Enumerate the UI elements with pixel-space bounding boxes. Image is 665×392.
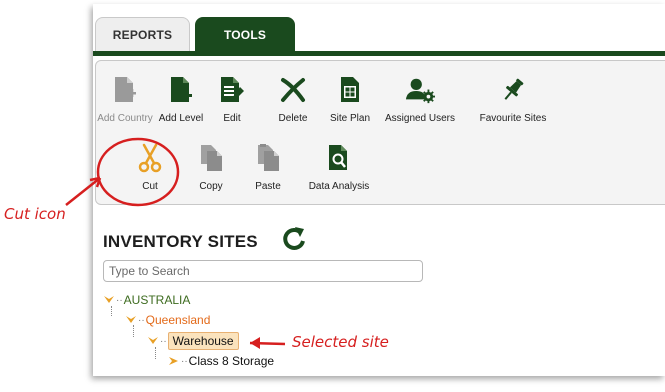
chevron-right-icon xyxy=(169,357,178,365)
site-tree: ·· AUSTRALIA ·· Queensland ·· Warehouse … xyxy=(93,4,665,376)
chevron-down-icon xyxy=(148,337,158,344)
tree-node-child[interactable]: ·· Class 8 Storage xyxy=(168,354,274,368)
tree-guide xyxy=(111,306,112,316)
tree-node-label: Warehouse xyxy=(167,332,239,350)
tree-node-country[interactable]: ·· AUSTRALIA xyxy=(103,293,190,307)
tree-node-site-selected[interactable]: ·· Warehouse xyxy=(147,332,239,350)
application-panel: REPORTS TOOLS Add Country Add Level Edit xyxy=(93,4,665,376)
tree-connector: ·· xyxy=(181,355,188,367)
tree-node-label: AUSTRALIA xyxy=(123,293,191,307)
tree-connector: ·· xyxy=(116,294,123,306)
tree-connector: ·· xyxy=(160,335,167,347)
cut-icon-annotation: Cut icon xyxy=(4,205,66,223)
chevron-down-icon xyxy=(104,296,114,303)
tree-node-label: Class 8 Storage xyxy=(188,354,275,368)
tree-node-label: Queensland xyxy=(145,313,211,327)
chevron-down-icon xyxy=(126,316,136,323)
tree-node-state[interactable]: ·· Queensland xyxy=(125,313,210,327)
selected-site-annotation: Selected site xyxy=(292,333,389,351)
tree-connector: ·· xyxy=(138,314,145,326)
